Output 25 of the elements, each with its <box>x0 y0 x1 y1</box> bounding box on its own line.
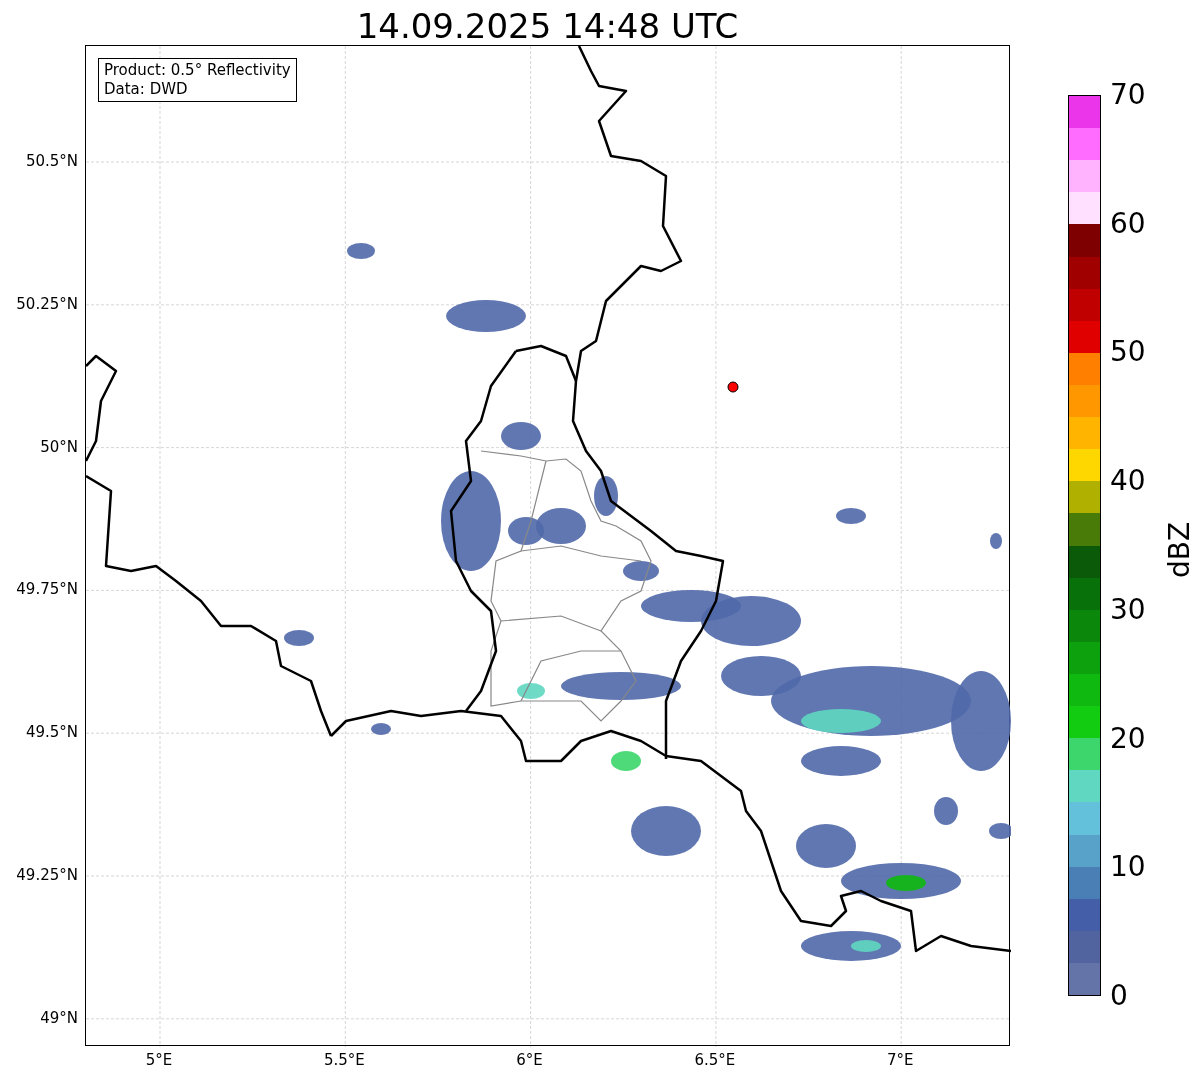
latitude-label: 50.5°N <box>25 152 78 170</box>
colorbar-tick-label: 60 <box>1110 207 1146 240</box>
colorbar-tick-label: 50 <box>1110 336 1146 369</box>
location-marker-icon <box>727 381 739 393</box>
longitude-label: 6.5°E <box>694 1051 736 1069</box>
colorbar-tick-label: 40 <box>1110 465 1146 498</box>
longitude-label: 5.5°E <box>323 1051 365 1069</box>
latitude-label: 50.25°N <box>16 294 78 313</box>
latitude-label: 49.5°N <box>25 723 78 742</box>
colorbar-tick-label: 10 <box>1110 851 1146 884</box>
latitude-label: 49°N <box>40 1008 78 1027</box>
colorbar-tick-label: 30 <box>1110 593 1146 626</box>
map-title: 14.09.2025 14:48 UTC <box>355 5 740 48</box>
colorbar-tick-label: 20 <box>1110 722 1146 755</box>
longitude-label: 5°E <box>145 1051 173 1069</box>
latitude-label: 49.25°N <box>16 866 78 884</box>
colorbar-axis-label: dBZ <box>1164 521 1196 579</box>
colorbar-tick-label: 70 <box>1110 79 1146 111</box>
legend-text: Product: 0.5° Reflectivity <box>104 61 291 80</box>
latitude-label: 50°N <box>40 437 78 456</box>
legend-text: Data: DWD <box>104 80 189 99</box>
latitude-label: 49.75°N <box>16 580 78 599</box>
longitude-label: 6°E <box>516 1051 543 1069</box>
longitude-label: 7°E <box>886 1051 914 1069</box>
colorbar-tick-label: 0 <box>1110 980 1128 1012</box>
